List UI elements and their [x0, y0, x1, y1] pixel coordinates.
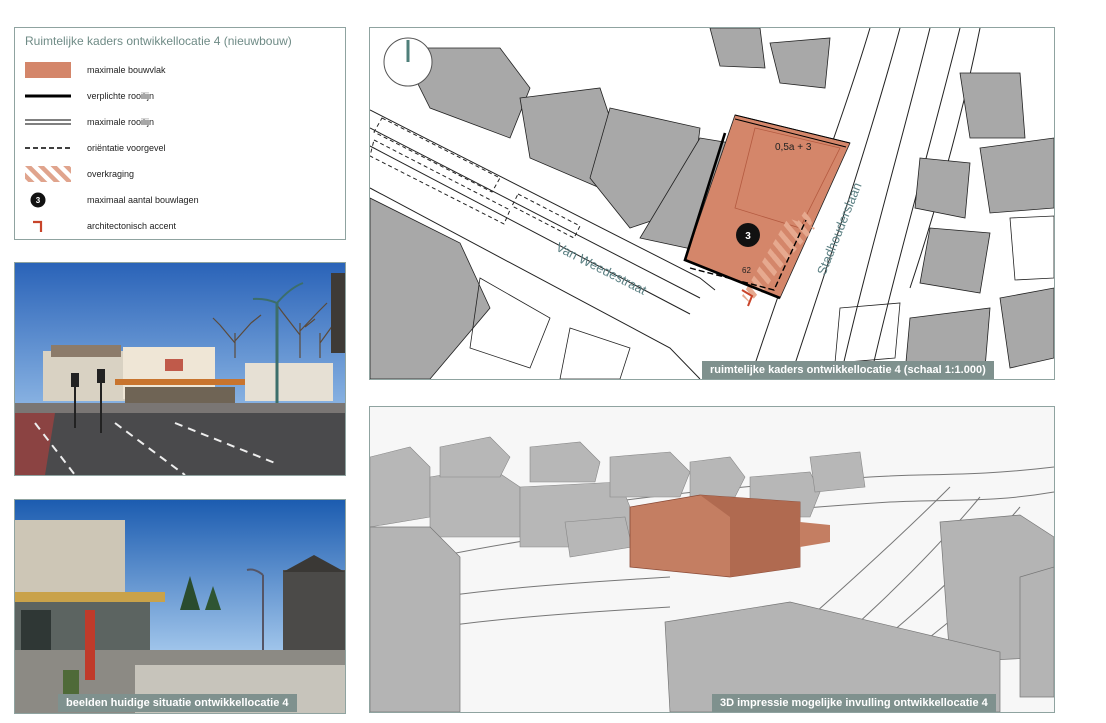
legend-label: overkraging [87, 169, 135, 179]
dimension-label: 62 [742, 266, 751, 275]
legend-item-accent: architectonisch accent [25, 213, 335, 239]
photo-caption: beelden huidige situatie ontwikkellocati… [58, 694, 297, 712]
corner-accent-swatch [25, 218, 71, 234]
site-map: 0,5a + 3 3 62 Van Weedestraat Stadhouder… [369, 27, 1055, 380]
legend-label: maximale rooilijn [87, 117, 155, 127]
legend-item-orientatie: oriëntatie voorgevel [25, 135, 335, 161]
thick-line-swatch [25, 88, 71, 104]
map-caption: ruimtelijke kaders ontwikkellocatie 4 (s… [702, 361, 994, 379]
legend-item-maximale-rooilijn: maximale rooilijn [25, 109, 335, 135]
legend-panel: Ruimtelijke kaders ontwikkellocatie 4 (n… [14, 27, 346, 240]
badge-text: 3 [36, 196, 41, 205]
impression-3d [369, 406, 1055, 713]
photo-current-situation-2 [14, 499, 346, 714]
floors-badge: 3 [745, 231, 751, 242]
legend-label: oriëntatie voorgevel [87, 143, 166, 153]
double-line-swatch [25, 114, 71, 130]
legend-title: Ruimtelijke kaders ontwikkellocatie 4 (n… [25, 34, 292, 48]
hatched-swatch [25, 166, 71, 182]
height-label: 0,5a + 3 [775, 142, 812, 153]
legend-item-verplichte-rooilijn: verplichte rooilijn [25, 83, 335, 109]
impression-caption: 3D impressie mogelijke invulling ontwikk… [712, 694, 996, 712]
legend-item-overkraging: overkraging [25, 161, 335, 187]
legend-item-bouwvlak: maximale bouwvlak [25, 57, 335, 83]
legend-label: verplichte rooilijn [87, 91, 155, 101]
black-circle-3-swatch: 3 [25, 192, 71, 208]
legend-label: maximaal aantal bouwlagen [87, 195, 199, 205]
filled-area-swatch [25, 62, 71, 78]
dashed-line-swatch [25, 140, 71, 156]
photo-current-situation-1 [14, 262, 346, 476]
legend-item-bouwlagen: 3 maximaal aantal bouwlagen [25, 187, 335, 213]
legend-label: maximale bouwvlak [87, 65, 166, 75]
legend-label: architectonisch accent [87, 221, 177, 231]
